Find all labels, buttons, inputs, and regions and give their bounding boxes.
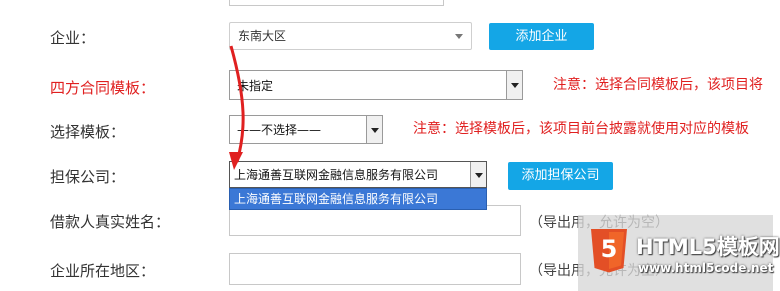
borrower-name-label: 借款人真实姓名： xyxy=(50,213,171,231)
enterprise-region-label: 企业所在地区： xyxy=(50,262,156,280)
dropdown-option[interactable]: 上海通善互联网金融信息服务有限公司 xyxy=(230,189,486,209)
top-input-partial[interactable] xyxy=(229,0,444,6)
four-party-template-note: 注意：选择合同模板后，该项目将 xyxy=(553,77,763,93)
watermark: 5 HTML5模板网 www.html5code.net xyxy=(578,215,780,291)
select-template-value: ——不选择—— xyxy=(237,123,322,137)
watermark-title: HTML5模板网 xyxy=(636,235,780,259)
guarantee-company-label: 担保公司： xyxy=(50,168,126,186)
enterprise-select-value: 东南大区 xyxy=(238,29,287,43)
add-enterprise-button[interactable]: 添加企业 xyxy=(489,23,594,50)
add-guarantee-company-button[interactable]: 添加担保公司 xyxy=(508,162,613,190)
enterprise-region-input[interactable] xyxy=(229,253,521,285)
select-template-select[interactable]: ——不选择—— xyxy=(229,115,383,144)
enterprise-label: 企业： xyxy=(50,29,96,47)
chevron-down-icon xyxy=(366,116,382,143)
select-template-note: 注意：选择模板后，该项目前台披露就使用对应的模板 xyxy=(413,121,749,137)
watermark-badge: 5 xyxy=(600,235,618,263)
guarantee-company-select[interactable]: 上海通善互联网金融信息服务有限公司 xyxy=(229,161,487,188)
chevron-down-icon xyxy=(455,34,463,39)
select-template-label: 选择模板： xyxy=(50,123,126,141)
guarantee-company-dropdown: 上海通善互联网金融信息服务有限公司 xyxy=(229,188,487,210)
four-party-template-value: 未指定 xyxy=(237,79,274,93)
enterprise-select[interactable]: 东南大区 xyxy=(229,22,472,50)
four-party-template-select[interactable]: 未指定 xyxy=(229,70,523,100)
chevron-down-icon xyxy=(470,162,486,187)
guarantee-company-value: 上海通善互联网金融信息服务有限公司 xyxy=(234,168,439,182)
chevron-down-icon xyxy=(506,71,522,99)
four-party-template-label: 四方合同模板： xyxy=(50,79,156,97)
watermark-url: www.html5code.net xyxy=(638,261,774,275)
